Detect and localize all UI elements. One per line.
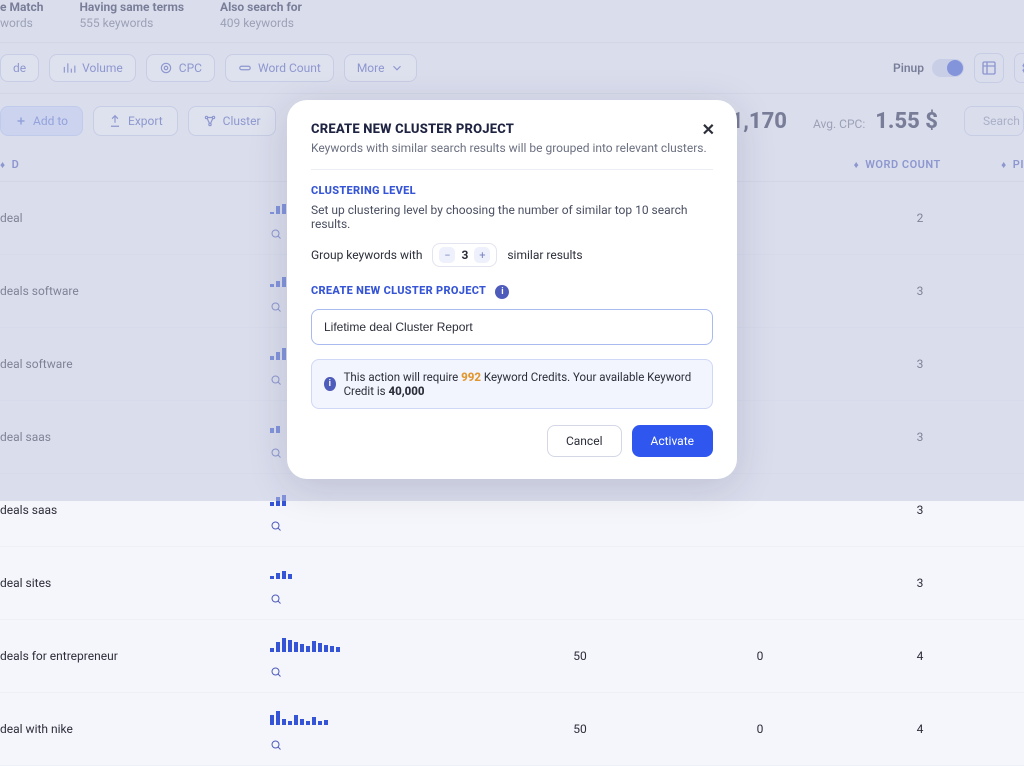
value-cell-2: 0 — [670, 649, 850, 663]
sparkline-icon — [270, 707, 490, 725]
trend-cell — [270, 561, 490, 605]
cancel-button[interactable]: Cancel — [547, 425, 622, 457]
magnify-icon[interactable] — [270, 520, 490, 532]
magnify-icon[interactable] — [270, 739, 490, 751]
trend-cell — [270, 707, 490, 751]
cluster-value-stepper[interactable]: − 3 + — [432, 243, 497, 267]
modal-subtitle: Keywords with similar search results wil… — [311, 141, 713, 155]
modal-title: CREATE NEW CLUSTER PROJECT — [311, 122, 713, 137]
value-cell-1: 50 — [490, 649, 670, 663]
group-keywords-row: Group keywords with − 3 + similar result… — [311, 243, 713, 267]
clustering-level-text: Set up clustering level by choosing the … — [311, 203, 713, 231]
keyword-cell: deals for entrepreneur — [0, 649, 270, 663]
info-icon[interactable]: i — [495, 285, 509, 299]
word-count-cell: 3 — [850, 503, 990, 517]
table-row[interactable]: deal with nike 5004 — [0, 693, 1024, 766]
sparkline-icon — [270, 561, 490, 579]
project-name-title: CREATE NEW CLUSTER PROJECT — [311, 284, 486, 297]
trend-cell — [270, 634, 490, 678]
table-row[interactable]: deals for entrepreneur 5004 — [0, 620, 1024, 693]
close-button[interactable]: ✕ — [702, 120, 715, 139]
keyword-cell: deal sites — [0, 576, 270, 590]
activate-button[interactable]: Activate — [632, 425, 714, 457]
info-icon: i — [324, 377, 336, 391]
value-cell-1: 50 — [490, 722, 670, 736]
clustering-level-title: CLUSTERING LEVEL — [311, 184, 713, 197]
project-name-input[interactable] — [311, 309, 713, 345]
stepper-plus[interactable]: + — [474, 247, 490, 263]
credit-info-box: i This action will require 992 Keyword C… — [311, 359, 713, 409]
value-cell-2: 0 — [670, 722, 850, 736]
create-cluster-modal: ✕ CREATE NEW CLUSTER PROJECT Keywords wi… — [287, 100, 737, 479]
magnify-icon[interactable] — [270, 666, 490, 678]
word-count-cell: 4 — [850, 649, 990, 663]
stepper-value: 3 — [461, 248, 468, 262]
keyword-cell: deals saas — [0, 503, 270, 517]
table-row[interactable]: deal sites 3 — [0, 547, 1024, 620]
magnify-icon[interactable] — [270, 593, 490, 605]
word-count-cell: 3 — [850, 576, 990, 590]
sparkline-icon — [270, 634, 490, 652]
stepper-minus[interactable]: − — [439, 247, 455, 263]
word-count-cell: 4 — [850, 722, 990, 736]
modal-actions: Cancel Activate — [311, 425, 713, 457]
keyword-cell: deal with nike — [0, 722, 270, 736]
